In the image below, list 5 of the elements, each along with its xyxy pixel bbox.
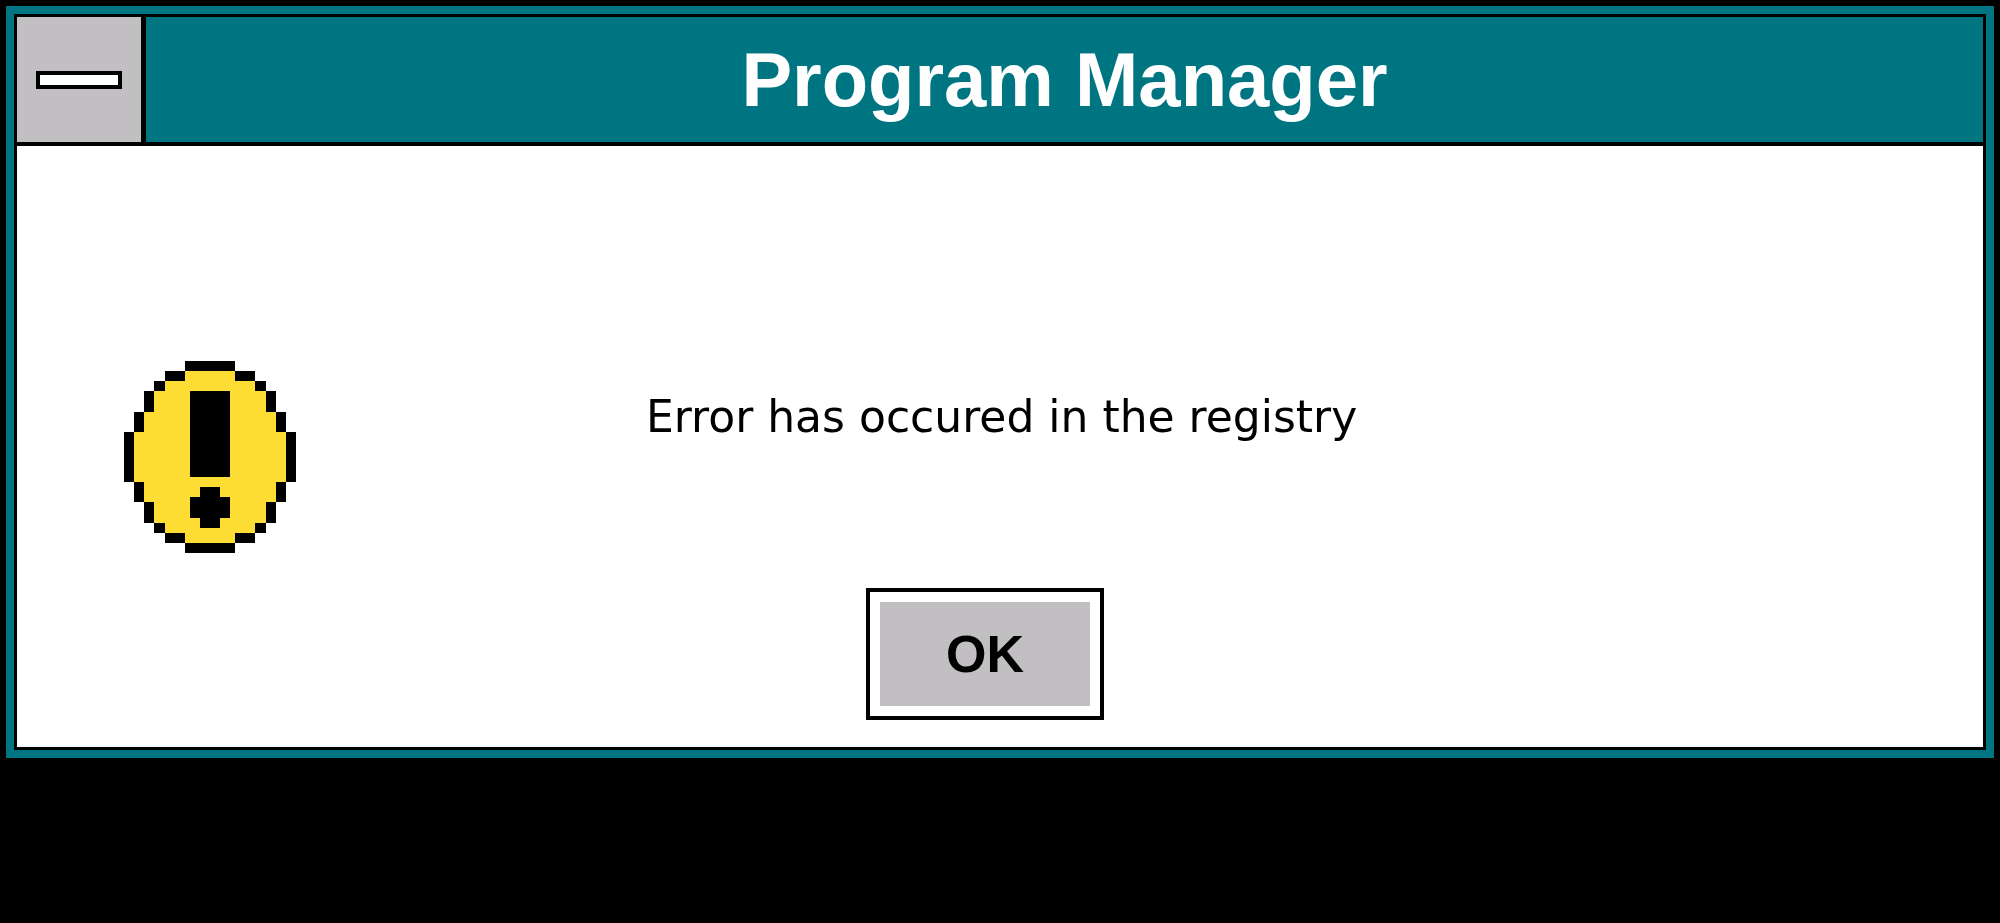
ok-button[interactable]: OK (866, 588, 1104, 720)
window-title: Program Manager (741, 36, 1388, 123)
minus-bar-icon (36, 70, 122, 89)
error-message: Error has occured in the registry (646, 390, 1358, 442)
control-menu-button[interactable] (17, 17, 141, 142)
